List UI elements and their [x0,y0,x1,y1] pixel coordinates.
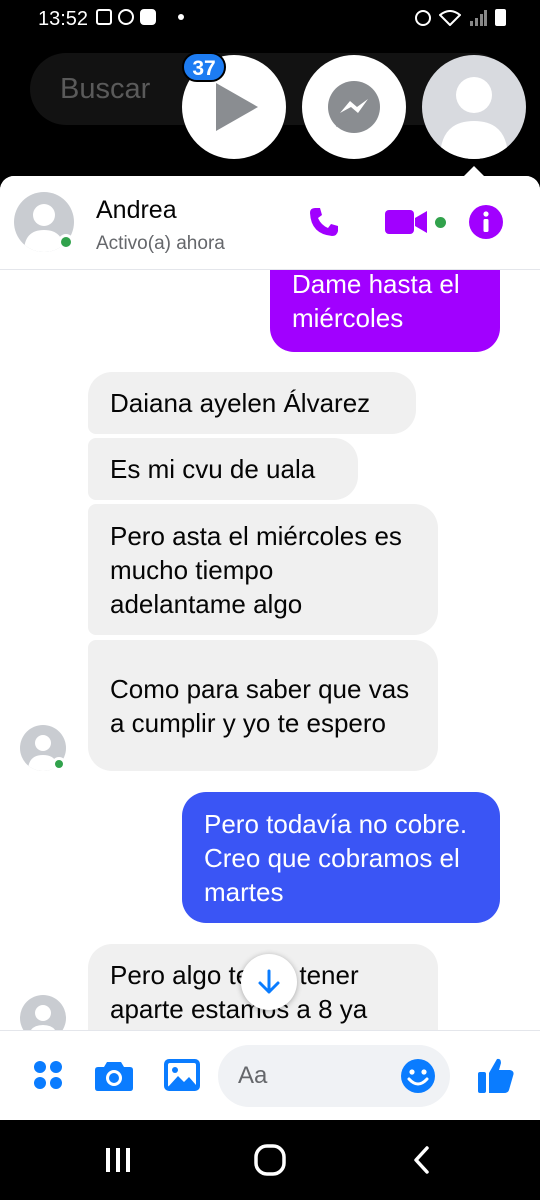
back-icon [414,1146,429,1174]
video-camera-icon [384,210,427,234]
info-button[interactable] [466,204,506,240]
call-button[interactable] [304,204,344,240]
back-button[interactable] [404,1140,440,1180]
message-bubble[interactable]: Es mi cvu de uala [88,438,358,500]
apps-button[interactable] [28,1055,68,1095]
message-text: Pero todavía no cobre. Creo que cobramos… [204,808,468,907]
avatar-icon [31,1005,55,1030]
phone-icon [310,208,338,236]
chat-head-pointer [462,166,486,178]
avatar-icon [440,77,508,159]
home-icon [254,1144,286,1176]
system-icons [415,9,506,26]
sender-avatar[interactable] [20,995,66,1030]
search-placeholder: Buscar [60,73,151,105]
message-bubble[interactable]: Pero todavía no cobre. Creo que cobramos… [182,792,500,923]
message-bubble[interactable]: Dame hasta el miércoles [270,270,500,352]
message-list[interactable]: Dame hasta el miércoles Daiana ayelen Ál… [0,270,540,1030]
messenger-icon [328,81,380,133]
video-call-button[interactable] [384,204,446,240]
message-bubble[interactable]: Daiana ayelen Álvarez [88,372,416,434]
online-indicator [52,757,66,771]
message-text: Daiana ayelen Álvarez [110,388,371,418]
contact-chat-head[interactable] [422,55,526,159]
message-bubble[interactable]: Pero asta el miércoles es mucho tiempo a… [88,504,438,635]
info-icon [469,205,503,239]
emoji-button[interactable] [400,1058,436,1094]
notification-icons [96,9,184,25]
message-bubble[interactable]: Como para saber que vas a cumplir y yo t… [88,640,438,771]
like-button[interactable] [476,1055,516,1095]
message-text: Como para saber que vas a cumplir y yo t… [110,673,410,738]
apps-icon [34,1061,62,1089]
camera-icon [95,1062,133,1091]
online-indicator [58,234,74,250]
status-bar: 13:52 [0,0,540,38]
contact-status: Activo(a) ahora [96,233,225,254]
youtube-notification-icon [140,9,156,25]
more-notifications-icon [178,14,184,20]
message-input-placeholder: Aa [238,1062,268,1089]
home-button[interactable] [250,1140,290,1180]
messenger-chat-head[interactable] [302,55,406,159]
composer-bar: Aa [0,1030,540,1120]
scroll-to-bottom-button[interactable] [241,954,297,1010]
alarm-icon [415,9,431,26]
camera-button[interactable] [94,1055,134,1095]
facebook-notification-icon [118,9,134,25]
status-time: 13:52 [38,8,89,30]
emoji-icon [401,1059,435,1093]
video-active-dot [434,216,446,228]
signal-icon [470,9,487,26]
message-text: Dame hasta el miércoles [292,270,460,333]
battery-icon [495,9,506,26]
message-input[interactable]: Aa [218,1045,450,1107]
chat-header: Andrea Activo(a) ahora [0,176,540,270]
gallery-notification-icon [96,9,112,25]
recent-apps-button[interactable] [100,1140,136,1180]
navigation-bar [0,1120,540,1200]
like-icon [478,1058,514,1093]
contact-name[interactable]: Andrea [96,196,177,225]
unread-badge: 37 [182,52,226,82]
gallery-button[interactable] [162,1055,202,1095]
arrow-down-icon [258,969,280,994]
recent-apps-icon [106,1148,130,1172]
wifi-icon [439,9,461,26]
gallery-icon [164,1059,200,1091]
message-text: Pero asta el miércoles es mucho tiempo a… [110,520,402,619]
message-text: Es mi cvu de uala [110,454,316,484]
